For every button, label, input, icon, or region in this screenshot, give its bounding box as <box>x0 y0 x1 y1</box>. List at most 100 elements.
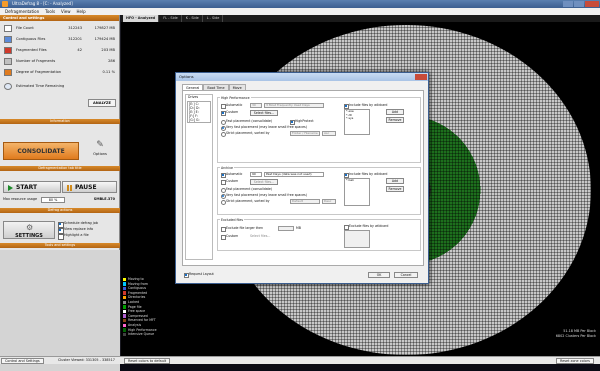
ar-wildcard-list[interactable]: *.bak <box>344 178 370 206</box>
legend-swatch <box>123 305 127 309</box>
schedule-defrag-checkbox[interactable]: Schedule defrag job <box>58 221 98 228</box>
hp-include-wildcard-checkbox[interactable]: Include files by wildcard <box>344 103 387 107</box>
menu-defragmentation[interactable]: Defragmentation <box>5 8 39 15</box>
dialog-close-button[interactable] <box>415 74 427 80</box>
window-title: UltraDefrag 8 - [C: - Analyzed] <box>12 1 73 6</box>
hp-add-button[interactable]: Add <box>386 109 404 115</box>
map-tab-fl-side[interactable]: FL - Side <box>160 15 182 22</box>
ar-fast-radio[interactable]: Fast placement (consolidate) <box>221 187 272 191</box>
maximize-button[interactable] <box>574 1 584 7</box>
stat-count: 312243 <box>68 26 82 30</box>
ex-wildcard-list[interactable] <box>344 230 370 248</box>
stat-file-count: File Count 312243 179827 MB <box>2 23 117 34</box>
ar-remove-button[interactable]: Remove <box>386 186 404 192</box>
status-control-tab[interactable]: Control and Settings <box>1 358 44 364</box>
legend-label: Moving to <box>128 277 144 281</box>
resource-usage-field[interactable]: 80 % <box>41 197 65 203</box>
stat-contiguous-files: Contiguous Files 312201 179424 MB <box>2 34 117 45</box>
menu-tools[interactable]: Tools <box>45 8 55 15</box>
view-replace-info-checkbox[interactable]: View replace info <box>58 227 93 234</box>
highlight-file-checkbox[interactable]: Highlight a file <box>58 233 89 240</box>
close-button[interactable] <box>585 1 599 7</box>
wildcard-item[interactable]: *.sys <box>346 117 369 121</box>
legend-label: High Performance <box>128 327 157 332</box>
pause-button[interactable]: PAUSE <box>62 181 117 193</box>
stat-size: 179827 MB <box>94 26 115 30</box>
ar-add-button[interactable]: Add <box>386 178 404 184</box>
hp-strict-radio[interactable]: Strict placement, sorted by <box>221 131 270 135</box>
hp-wildcard-list[interactable]: *.exe *.dll *.sys <box>344 109 370 135</box>
hp-very-fast-radio[interactable]: Very fast placement (may leave small fre… <box>221 125 307 129</box>
legend-label: Directories <box>128 295 146 300</box>
ex-select-files-button[interactable]: Select files... <box>250 234 270 239</box>
defrag-section-footer: Defragmentation tab title <box>0 166 120 171</box>
cancel-button[interactable]: Cancel <box>394 272 418 278</box>
legend-swatch <box>123 328 127 332</box>
stat-size: 203 MB <box>101 48 115 52</box>
legend-label: Fragmented <box>128 290 148 295</box>
ar-custom-checkbox[interactable]: Custom <box>221 179 238 183</box>
settings-label: SETTINGS <box>15 233 43 239</box>
control-header: Control and settings <box>0 15 119 21</box>
ar-select-files-button[interactable]: Select files... <box>250 179 278 185</box>
map-info: 51.18 MB Per Block 6802 Clusters Per Blo… <box>556 329 596 339</box>
stat-estimated-time: Estimated Time Remaining <box>2 81 117 92</box>
options-button[interactable]: ✎ Options <box>84 139 116 163</box>
ex-larger-checkbox[interactable]: Exclude file larger then <box>221 226 263 230</box>
ar-strict-radio[interactable]: Strict placement, sorted by <box>221 199 270 203</box>
reset-colors-button[interactable]: Reset colors to default <box>124 358 171 364</box>
map-tab-l-side[interactable]: L - Side <box>204 15 224 22</box>
hp-select-files-button[interactable]: Select files... <box>250 110 278 116</box>
minimize-button[interactable] <box>563 1 573 7</box>
ar-automatic-value[interactable]: 90 <box>250 172 262 177</box>
map-tab-analyzed[interactable]: HFO - Analyzed <box>123 15 160 22</box>
request-layout-checkbox[interactable]: Request Layout <box>184 272 214 276</box>
hp-automatic-checkbox[interactable]: Automatic <box>221 103 242 107</box>
legend-swatch <box>123 286 127 291</box>
analyze-button[interactable]: ANALYZE <box>88 99 116 107</box>
legend-swatch <box>123 318 127 323</box>
consolidate-button[interactable]: CONSOLIDATE <box>3 142 79 160</box>
ex-custom-checkbox[interactable]: Custom <box>221 234 238 238</box>
file-count-icon <box>4 25 12 32</box>
drive-item[interactable]: [G:] G: <box>189 118 210 122</box>
ar-automatic-select[interactable]: Past Days (data was not used) <box>264 172 324 177</box>
hp-remove-button[interactable]: Remove <box>386 117 404 123</box>
reset-zone-colors-button[interactable]: Reset zone colors <box>556 358 594 364</box>
hp-sort-order-select[interactable]: Asc <box>322 131 336 136</box>
menu-view[interactable]: View <box>61 8 71 15</box>
ar-sort-by-select[interactable]: Default <box>290 199 320 204</box>
legend-swatch <box>123 300 127 304</box>
ex-larger-value[interactable] <box>278 226 294 231</box>
hp-custom-checkbox[interactable]: Custom <box>221 110 238 114</box>
start-button[interactable]: START <box>3 181 61 193</box>
ar-include-wildcard-checkbox[interactable]: Include files by wildcard <box>344 172 387 176</box>
legend-label: Page file <box>128 304 142 309</box>
settings-button[interactable]: ⚙ SETTINGS <box>3 221 55 239</box>
drives-list[interactable]: [E:] C: [D:] D: [E:] E: [F:] F: [G:] G: <box>187 101 211 123</box>
hp-automatic-value[interactable]: 30 <box>250 103 262 108</box>
legend-swatch <box>123 332 127 337</box>
menu-help[interactable]: Help <box>77 8 86 15</box>
ok-button[interactable]: OK <box>368 272 390 278</box>
clock-icon <box>4 83 12 90</box>
hp-fast-radio[interactable]: Fast placement (consolidate) <box>221 119 272 123</box>
ar-automatic-checkbox[interactable]: Automatic <box>221 172 242 176</box>
wildcard-item[interactable]: *.bak <box>346 178 369 183</box>
hp-automatic-select[interactable]: 3 Most Frequently Used Days <box>264 103 324 108</box>
stat-label: Fragmented Files <box>16 48 47 52</box>
pause-label: PAUSE <box>75 184 97 191</box>
ar-very-fast-radio[interactable]: Very fast placement (may leave small fre… <box>221 193 307 197</box>
information-footer: Information <box>0 119 120 124</box>
legend-label: Intensive Queue <box>128 332 155 337</box>
legend-label: Compressed <box>128 313 148 318</box>
hp-sort-by-select[interactable]: Folder / Filename <box>290 131 320 136</box>
legend-swatch <box>123 277 127 281</box>
ar-sort-order-select[interactable]: Desc <box>322 199 336 204</box>
hp-highprotect-checkbox[interactable]: HighProtect <box>290 119 314 123</box>
app-window: UltraDefrag 8 - [C: - Analyzed] Defragme… <box>0 0 600 371</box>
ex-wildcard-checkbox[interactable]: Exclude files by wildcard <box>344 224 388 228</box>
fragmentation-degree-icon <box>4 69 12 76</box>
map-tab-k-side[interactable]: K - Side <box>183 15 203 22</box>
options-label: Options <box>93 152 107 156</box>
